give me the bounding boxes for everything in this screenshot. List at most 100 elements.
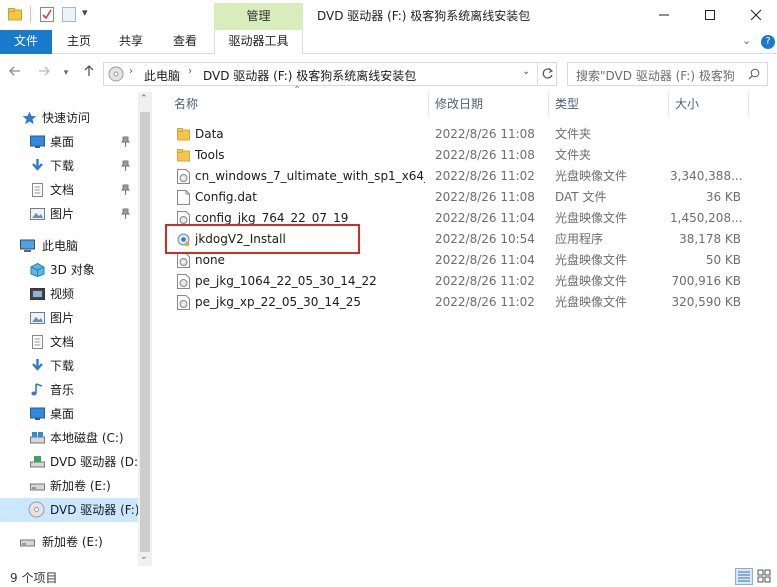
file-row[interactable]: pe_jkg_xp_22_05_30_14_25 2022/8/26 11:02… (152, 292, 752, 313)
new-folder-icon[interactable] (62, 7, 76, 22)
column-divider[interactable] (548, 92, 549, 116)
scroll-up-icon[interactable]: ⌃ (140, 94, 148, 104)
file-row[interactable]: pe_jkg_1064_22_05_30_14_22 2022/8/26 11:… (152, 271, 752, 292)
nav-scrollbar[interactable]: ⌃ ⌄ (138, 92, 152, 566)
file-row[interactable]: cn_windows_7_ultimate_with_sp1_x64_... 2… (152, 166, 752, 187)
sidebar-item-dvd-drive-f[interactable]: DVD 驱动器 (F:) (0, 498, 138, 522)
breadcrumb-separator-icon[interactable]: › (188, 66, 192, 77)
file-size: 3,340,388... (670, 169, 743, 183)
tab-drive-tools[interactable]: 驱动器工具 (214, 30, 303, 55)
sidebar-item-downloads[interactable]: 下载 (0, 154, 138, 178)
sidebar-item-new-volume-e[interactable]: 新加卷 (E:) (0, 530, 138, 554)
file-date: 2022/8/26 11:08 (435, 148, 535, 162)
sidebar-item-label: 桌面 (50, 135, 75, 149)
tab-view[interactable]: 查看 (164, 30, 206, 54)
customize-quick-access-icon[interactable]: ▾ (82, 6, 88, 19)
sidebar-item-desktop[interactable]: 桌面 (0, 130, 138, 154)
file-name: Config.dat (195, 190, 257, 204)
expand-ribbon-icon[interactable]: ⌄ (742, 34, 751, 47)
document-icon (32, 183, 43, 197)
file-type: 光盘映像文件 (555, 211, 628, 225)
pin-icon[interactable] (121, 184, 130, 196)
column-divider[interactable] (428, 92, 429, 116)
file-date: 2022/8/26 11:04 (435, 211, 535, 225)
sidebar-item-label: 快速访问 (42, 111, 91, 125)
recent-locations-button[interactable]: ▾ (60, 64, 72, 82)
up-button[interactable] (80, 64, 98, 82)
column-header-size[interactable]: 大小 (675, 92, 745, 116)
file-name: Data (195, 127, 224, 141)
tab-file[interactable]: 文件 (0, 30, 52, 54)
nav-scroll-thumb[interactable] (140, 112, 150, 552)
details-view-button[interactable] (735, 568, 753, 585)
tab-home[interactable]: 主页 (58, 30, 100, 54)
help-button[interactable]: ? (761, 35, 775, 49)
pin-icon[interactable] (121, 160, 130, 172)
close-button[interactable] (733, 0, 777, 30)
sidebar-item-label: 桌面 (50, 407, 75, 421)
refresh-button[interactable] (537, 63, 557, 85)
sidebar-item-local-disk-c[interactable]: 本地磁盘 (C:) (0, 426, 138, 450)
sidebar-item-label: DVD 驱动器 (F:) (50, 503, 138, 517)
status-bar: 9 个项目 (0, 566, 777, 587)
pin-icon[interactable] (121, 136, 130, 148)
download-icon (32, 159, 43, 171)
column-header-name[interactable]: 名称 (174, 92, 424, 116)
sidebar-item-downloads[interactable]: 下载 (0, 354, 138, 378)
sidebar-item-label: 本地磁盘 (C:) (50, 431, 124, 445)
sidebar-item-documents[interactable]: 文档 (0, 330, 138, 354)
scroll-down-icon[interactable]: ⌄ (140, 552, 148, 562)
sidebar-item-music[interactable]: 音乐 (0, 378, 138, 402)
sidebar-item-pictures[interactable]: 图片 (0, 306, 138, 330)
sidebar-quick-access[interactable]: 快速访问 (0, 106, 138, 130)
column-divider[interactable] (748, 92, 749, 116)
item-count: 9 个项目 (10, 571, 58, 585)
minimize-button[interactable] (641, 0, 687, 30)
back-button[interactable] (6, 64, 24, 82)
sidebar-item-dvd-drive-d[interactable]: DVD 驱动器 (D: (0, 450, 138, 474)
sidebar-item-videos[interactable]: 视频 (0, 282, 138, 306)
maximize-button[interactable] (687, 0, 733, 30)
ribbon-tab-bar: 文件 主页 共享 查看 驱动器工具 ⌄ ? (0, 30, 777, 55)
folder-icon (177, 149, 190, 162)
properties-icon[interactable] (40, 7, 54, 22)
file-date: 2022/8/26 11:04 (435, 253, 535, 267)
sidebar-item-label: 下载 (50, 359, 75, 373)
sidebar-this-pc[interactable]: 此电脑 (0, 234, 138, 258)
search-input[interactable]: 搜索"DVD 驱动器 (F:) 极客狗... (567, 62, 768, 86)
file-date: 2022/8/26 11:02 (435, 274, 535, 288)
file-row[interactable]: Config.dat 2022/8/26 11:08 DAT 文件 36 KB (152, 187, 752, 208)
breadcrumb-this-pc[interactable]: 此电脑 (144, 67, 180, 84)
address-history-chevron-icon[interactable]: ⌄ (522, 66, 530, 77)
column-header-date[interactable]: 修改日期 (435, 92, 545, 116)
file-date: 2022/8/26 11:02 (435, 169, 535, 183)
forward-button[interactable] (35, 64, 53, 82)
highlight-box (165, 224, 360, 254)
sidebar-item-new-volume-e[interactable]: 新加卷 (E:) (0, 474, 138, 498)
computer-icon (20, 239, 35, 252)
file-row[interactable]: Data 2022/8/26 11:08 文件夹 (152, 124, 752, 145)
file-date: 2022/8/26 11:08 (435, 127, 535, 141)
sidebar-item-label: 新加卷 (E:) (50, 479, 111, 493)
video-icon (30, 288, 45, 300)
folder-icon[interactable] (8, 7, 22, 22)
large-icons-view-button[interactable] (756, 568, 774, 585)
breadcrumb-separator-icon[interactable]: › (129, 66, 133, 77)
sidebar-item-pictures[interactable]: 图片 (0, 202, 138, 226)
pin-icon[interactable] (121, 208, 130, 220)
sidebar-item-3d-objects[interactable]: 3D 对象 (0, 258, 138, 282)
file-list: ⌃ 名称 修改日期 类型 大小 Data 2022/8/26 11:08 文件夹… (152, 85, 777, 566)
desktop-icon (30, 407, 45, 420)
sidebar-item-label: DVD 驱动器 (D: (50, 455, 138, 469)
breadcrumb-current[interactable]: DVD 驱动器 (F:) 极客狗系统离线安装包 (203, 67, 416, 84)
separator (30, 6, 31, 23)
sidebar-item-desktop[interactable]: 桌面 (0, 402, 138, 426)
sidebar-item-documents[interactable]: 文档 (0, 178, 138, 202)
address-bar[interactable]: › 此电脑 › DVD 驱动器 (F:) 极客狗系统离线安装包 ⌄ (103, 62, 557, 86)
tab-share[interactable]: 共享 (110, 30, 152, 54)
file-size: 700,916 KB (671, 274, 741, 288)
file-row[interactable]: Tools 2022/8/26 11:08 文件夹 (152, 145, 752, 166)
music-icon (31, 383, 43, 396)
column-header-type[interactable]: 类型 (555, 92, 665, 116)
column-divider[interactable] (668, 92, 669, 116)
